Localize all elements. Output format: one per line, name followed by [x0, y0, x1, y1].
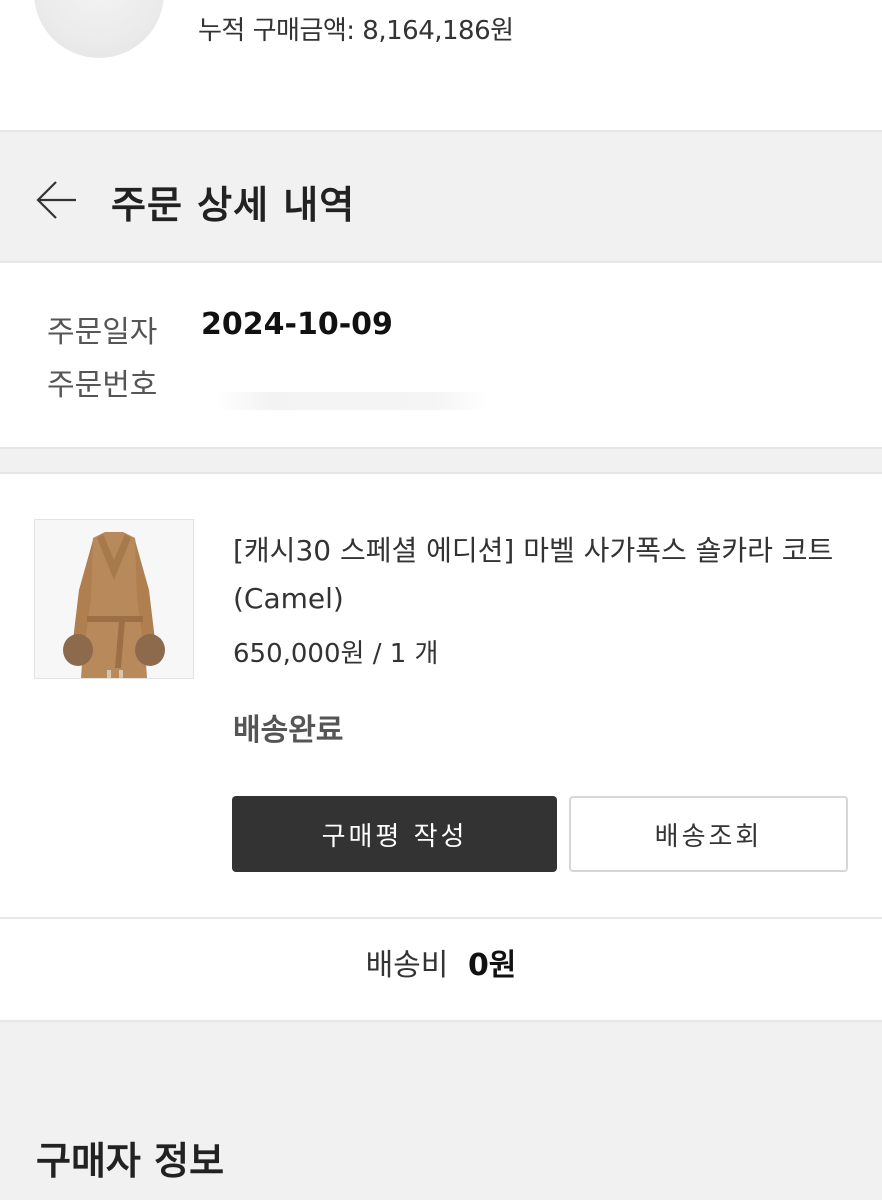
shipping-fee-row: 배송비 0원: [0, 940, 882, 984]
total-purchase-amount: 누적 구매금액: 8,164,186원: [198, 16, 514, 46]
order-date-label: 주문일자: [47, 315, 158, 350]
product-thumbnail[interactable]: [34, 519, 194, 679]
shipping-fee-label: 배송비: [365, 948, 449, 983]
order-info: [0, 263, 882, 447]
order-date-value: 2024-10-09: [201, 307, 393, 342]
arrow-left-icon[interactable]: [34, 178, 78, 222]
page-title: 주문 상세 내역: [111, 183, 356, 227]
divider: [0, 917, 882, 919]
track-delivery-button[interactable]: 배송조회: [569, 796, 848, 872]
delivery-status: 배송완료: [233, 713, 344, 748]
buyer-info-title: 구매자 정보: [36, 1139, 225, 1183]
section-divider: [0, 447, 882, 474]
product-price-quantity: 650,000원 / 1 개: [233, 639, 439, 669]
order-number-label: 주문번호: [47, 368, 158, 403]
write-review-button[interactable]: 구매평 작성: [232, 796, 557, 872]
shipping-fee-value: 0원: [467, 948, 517, 983]
order-number-redacted: [215, 392, 490, 410]
product-name[interactable]: [캐시30 스페셜 에디션] 마벨 사가폭스 숄카라 코트 (Camel): [233, 527, 853, 623]
